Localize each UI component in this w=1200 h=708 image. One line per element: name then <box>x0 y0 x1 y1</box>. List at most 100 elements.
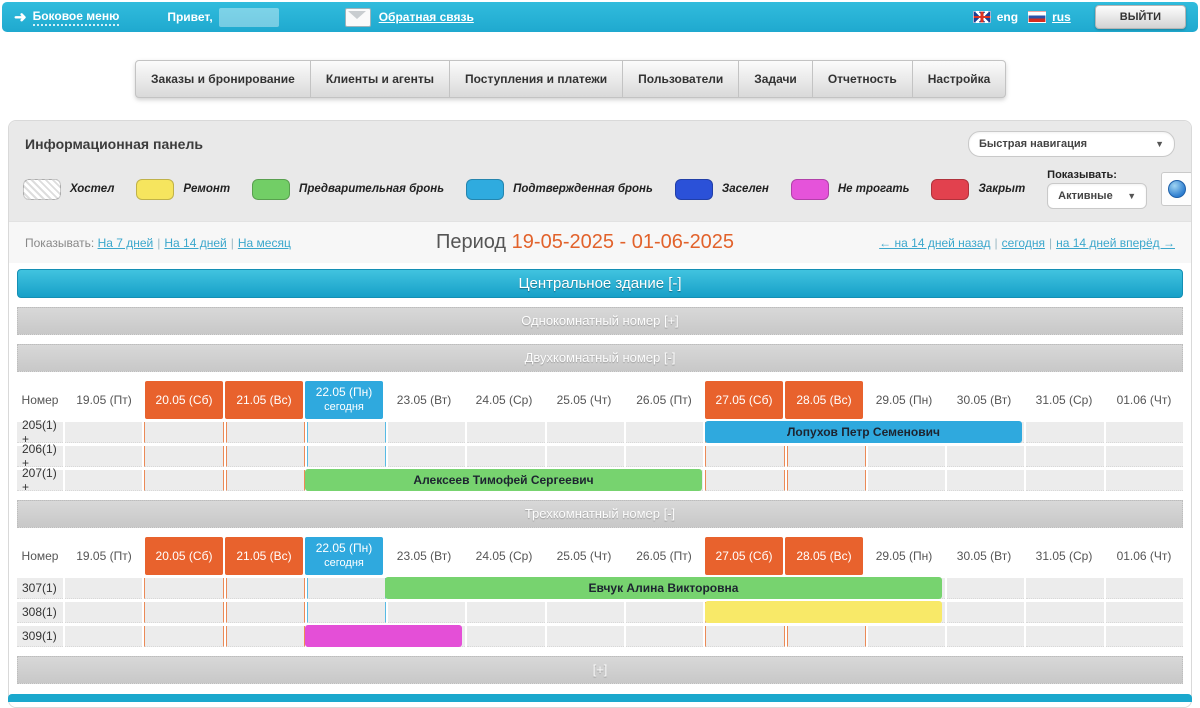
calendar-cell[interactable] <box>787 626 866 647</box>
calendar-cell[interactable] <box>144 602 223 623</box>
logout-button[interactable]: выйти <box>1095 5 1186 29</box>
calendar-cell[interactable] <box>226 422 305 443</box>
calendar-cell[interactable] <box>144 626 223 647</box>
room-label[interactable]: 206(1) + <box>17 446 63 467</box>
room-label[interactable]: 308(1) <box>17 602 63 623</box>
calendar-cell[interactable] <box>947 470 1024 491</box>
booking-bar[interactable] <box>305 625 462 647</box>
calendar-cell[interactable] <box>65 422 142 443</box>
booking-bar[interactable]: Евчук Алина Викторовна <box>385 577 942 599</box>
room-label[interactable]: 205(1) + <box>17 422 63 443</box>
calendar-cell[interactable] <box>1026 626 1103 647</box>
calendar-cell[interactable] <box>868 446 945 467</box>
lang-eng[interactable]: eng <box>973 10 1018 24</box>
calendar-cell[interactable] <box>705 446 784 467</box>
room-label[interactable]: 307(1) <box>17 578 63 599</box>
booking-bar[interactable] <box>705 601 942 623</box>
calendar-cell[interactable] <box>868 470 945 491</box>
calendar-cell[interactable] <box>947 446 1024 467</box>
calendar-cell[interactable] <box>226 626 305 647</box>
nav-tab[interactable]: Отчетность <box>813 60 913 98</box>
calendar-cell[interactable] <box>1026 602 1103 623</box>
nav-tab[interactable]: Задачи <box>739 60 813 98</box>
calendar-cell[interactable] <box>626 446 703 467</box>
calendar-cell[interactable] <box>307 422 386 443</box>
calendar-cell[interactable] <box>144 578 223 599</box>
calendar-cell[interactable] <box>947 626 1024 647</box>
room-type-banner[interactable]: Двухкомнатный номер [-] <box>17 344 1183 372</box>
calendar-cell[interactable] <box>65 578 142 599</box>
calendar-cell[interactable] <box>467 422 544 443</box>
today-link[interactable]: сегодня <box>1002 236 1045 250</box>
html-export-icon[interactable] <box>1161 172 1192 206</box>
room-type-banner[interactable]: Однокомнатный номер [+] <box>17 307 1183 335</box>
feedback-link[interactable]: Обратная связь <box>379 10 474 24</box>
calendar-cell[interactable] <box>65 470 142 491</box>
nav-tab[interactable]: Заказы и бронирование <box>135 60 311 98</box>
calendar-cell[interactable] <box>226 470 305 491</box>
room-type-banner[interactable]: Трехкомнатный номер [-] <box>17 500 1183 528</box>
calendar-cell[interactable] <box>65 446 142 467</box>
calendar-cell[interactable] <box>467 602 544 623</box>
calendar-cell[interactable] <box>467 626 544 647</box>
back-14-days-link[interactable]: ← на 14 дней назад <box>879 236 990 250</box>
calendar-cell[interactable] <box>547 422 624 443</box>
calendar-cell[interactable] <box>1106 626 1183 647</box>
calendar-cell[interactable] <box>626 422 703 443</box>
calendar-cell[interactable] <box>947 578 1024 599</box>
booking-bar[interactable]: Лопухов Петр Семенович <box>705 421 1022 443</box>
calendar-cell[interactable] <box>1106 422 1183 443</box>
calendar-cell[interactable] <box>307 602 386 623</box>
calendar-cell[interactable] <box>1106 446 1183 467</box>
calendar-cell[interactable] <box>947 602 1024 623</box>
lang-rus[interactable]: rus <box>1028 10 1071 24</box>
calendar-cell[interactable] <box>388 422 465 443</box>
room-label[interactable]: 309(1) <box>17 626 63 647</box>
calendar-cell[interactable] <box>1106 602 1183 623</box>
calendar-cell[interactable] <box>868 626 945 647</box>
show-filter-select[interactable]: Активные ▼ <box>1047 183 1147 209</box>
calendar-cell[interactable] <box>144 446 223 467</box>
quick-nav-select[interactable]: Быстрая навигация ▼ <box>968 131 1175 157</box>
calendar-cell[interactable] <box>1106 470 1183 491</box>
calendar-cell[interactable] <box>1106 578 1183 599</box>
calendar-cell[interactable] <box>388 446 465 467</box>
range-14-days-link[interactable]: На 14 дней <box>164 236 226 250</box>
calendar-cell[interactable] <box>467 446 544 467</box>
calendar-cell[interactable] <box>705 626 784 647</box>
calendar-cell[interactable] <box>307 446 386 467</box>
calendar-cell[interactable] <box>787 470 866 491</box>
forward-14-days-link[interactable]: на 14 дней вперёд → <box>1056 236 1175 250</box>
calendar-cell[interactable] <box>1026 578 1103 599</box>
room-label[interactable]: 207(1) + <box>17 470 63 491</box>
calendar-cell[interactable] <box>144 422 223 443</box>
range-month-link[interactable]: На месяц <box>238 236 291 250</box>
calendar-cell[interactable] <box>626 626 703 647</box>
booking-bar[interactable]: Алексеев Тимофей Сергеевич <box>305 469 702 491</box>
calendar-cell[interactable] <box>547 446 624 467</box>
calendar-cell[interactable] <box>144 470 223 491</box>
calendar-cell[interactable] <box>547 626 624 647</box>
calendar-cell[interactable] <box>1026 470 1103 491</box>
calendar-cell[interactable] <box>626 602 703 623</box>
calendar-cell[interactable] <box>226 578 305 599</box>
nav-tab[interactable]: Настройка <box>913 60 1007 98</box>
calendar-cell[interactable] <box>226 446 305 467</box>
room-type-banner[interactable]: [+] <box>17 656 1183 684</box>
calendar-cell[interactable] <box>705 470 784 491</box>
calendar-cell[interactable] <box>307 578 386 599</box>
nav-tab[interactable]: Поступления и платежи <box>450 60 623 98</box>
calendar-cell[interactable] <box>65 602 142 623</box>
side-menu-toggle[interactable]: ➜ Боковое меню <box>14 9 119 26</box>
calendar-cell[interactable] <box>226 602 305 623</box>
nav-tab[interactable]: Пользователи <box>623 60 739 98</box>
calendar-cell[interactable] <box>787 446 866 467</box>
calendar-cell[interactable] <box>388 602 465 623</box>
calendar-cell[interactable] <box>1026 422 1103 443</box>
building-banner[interactable]: Центральное здание [-] <box>17 269 1183 298</box>
calendar-cell[interactable] <box>1026 446 1103 467</box>
calendar-cell[interactable] <box>65 626 142 647</box>
calendar-cell[interactable] <box>547 602 624 623</box>
range-7-days-link[interactable]: На 7 дней <box>98 236 154 250</box>
nav-tab[interactable]: Клиенты и агенты <box>311 60 450 98</box>
